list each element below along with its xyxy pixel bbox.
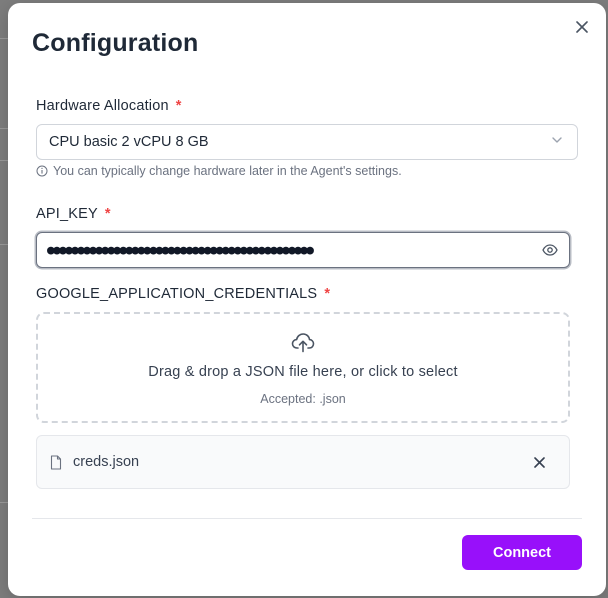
required-marker: * xyxy=(104,206,111,222)
footer-divider xyxy=(32,518,582,519)
close-button[interactable] xyxy=(572,17,592,37)
file-dropzone[interactable]: Drag & drop a JSON file here, or click t… xyxy=(36,312,570,423)
api-key-label-text: API_KEY xyxy=(36,206,98,222)
uploaded-file-name: creds.json xyxy=(73,454,140,470)
api-key-input[interactable] xyxy=(47,233,527,267)
hardware-select[interactable]: CPU basic 2 vCPU 8 GB xyxy=(36,124,578,160)
upload-cloud-icon xyxy=(291,333,315,353)
dropzone-instructions: Drag & drop a JSON file here, or click t… xyxy=(148,364,458,380)
required-marker: * xyxy=(324,286,331,302)
api-key-label: API_KEY * xyxy=(36,206,111,222)
hardware-label-text: Hardware Allocation xyxy=(36,98,169,114)
chevron-down-icon xyxy=(552,137,562,143)
dropzone-accepted-types: Accepted: .json xyxy=(260,392,346,406)
uploaded-file-item: creds.json xyxy=(36,435,570,489)
connect-button[interactable]: Connect xyxy=(462,535,582,570)
hardware-selected-value: CPU basic 2 vCPU 8 GB xyxy=(49,134,209,150)
credentials-label: GOOGLE_APPLICATION_CREDENTIALS * xyxy=(36,286,330,302)
hardware-hint-text: You can typically change hardware later … xyxy=(53,164,402,178)
api-key-field xyxy=(36,232,570,268)
remove-file-button[interactable] xyxy=(530,453,548,471)
remove-icon xyxy=(533,456,545,468)
info-icon xyxy=(36,165,48,177)
close-icon xyxy=(576,21,588,33)
eye-icon xyxy=(542,244,558,256)
hardware-label: Hardware Allocation * xyxy=(36,98,182,114)
credentials-label-text: GOOGLE_APPLICATION_CREDENTIALS xyxy=(36,286,318,302)
toggle-visibility-button[interactable] xyxy=(541,241,559,259)
file-icon xyxy=(50,455,62,470)
configuration-dialog: Configuration Hardware Allocation * CPU b… xyxy=(8,3,606,596)
required-marker: * xyxy=(175,98,182,114)
dialog-title: Configuration xyxy=(32,29,199,57)
hardware-hint: You can typically change hardware later … xyxy=(36,164,402,178)
